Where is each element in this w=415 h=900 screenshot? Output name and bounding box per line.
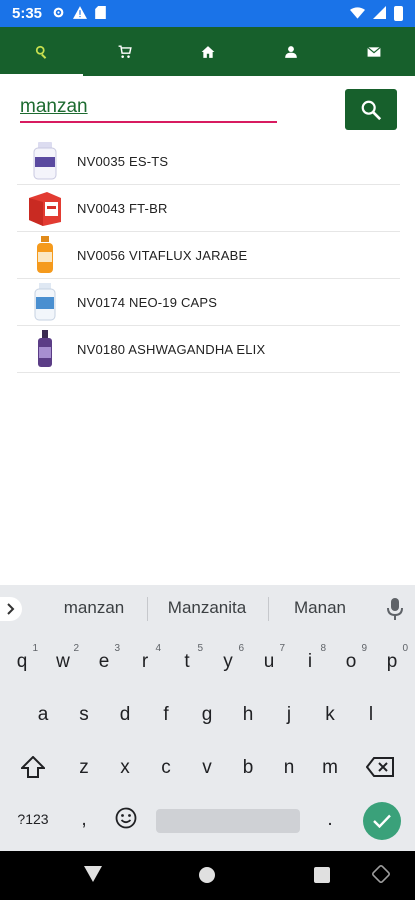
key-x[interactable]: x: [115, 757, 135, 779]
alert-icon: [73, 5, 88, 22]
key-n[interactable]: n: [279, 757, 299, 779]
product-list: NV0035 ES-TS NV0043 FT-BR NV0056 VITAFLU…: [17, 138, 400, 373]
search-icon: [361, 100, 382, 120]
expand-suggestions-button[interactable]: [0, 597, 22, 621]
key-z[interactable]: z: [74, 757, 94, 779]
wifi-icon: [350, 6, 365, 22]
product-name: NV0035 ES-TS: [77, 153, 169, 169]
product-name: NV0180 ASHWAGANDHA ELIX: [77, 341, 266, 357]
chevron-right-icon: [7, 603, 15, 615]
sd-card-icon: [95, 5, 106, 22]
key-g[interactable]: g: [197, 704, 217, 726]
product-thumbnail-blue-bottle: [23, 280, 67, 324]
list-item[interactable]: NV0043 FT-BR: [17, 185, 400, 232]
key-r[interactable]: r4: [135, 643, 161, 673]
search-input[interactable]: [20, 93, 277, 123]
mail-icon: [366, 46, 381, 57]
search-icon: [35, 45, 46, 59]
back-icon[interactable]: [84, 866, 102, 882]
recents-icon[interactable]: [314, 867, 330, 883]
tab-messages[interactable]: [332, 27, 415, 76]
key-d[interactable]: d: [115, 704, 135, 726]
emoji-key[interactable]: [113, 807, 139, 835]
soft-keyboard: manzan Manzanita Manan q1 w2 e3 r4 t5 y6…: [0, 585, 415, 851]
home-nav-icon[interactable]: [199, 867, 215, 883]
divider: [147, 597, 148, 621]
cart-icon: [118, 44, 132, 58]
tab-search[interactable]: [0, 27, 83, 76]
battery-icon: [394, 6, 403, 21]
mic-icon[interactable]: [386, 597, 404, 621]
key-f[interactable]: f: [156, 704, 176, 726]
key-i[interactable]: i8: [300, 643, 326, 673]
list-item[interactable]: NV0035 ES-TS: [17, 138, 400, 185]
key-p[interactable]: p0: [382, 643, 408, 673]
emoji-icon: [115, 807, 137, 829]
period-key[interactable]: .: [322, 809, 338, 831]
rotate-icon[interactable]: [372, 865, 390, 883]
suggestion-strip: manzan Manzanita Manan: [0, 585, 415, 632]
backspace-icon: [365, 757, 394, 777]
status-time: 5:35: [12, 5, 43, 22]
key-v[interactable]: v: [197, 757, 217, 779]
key-t[interactable]: t5: [177, 643, 203, 673]
search-area: [0, 76, 415, 138]
suggestion-1[interactable]: manzan: [52, 598, 136, 618]
key-a[interactable]: a: [33, 704, 53, 726]
search-button[interactable]: [345, 89, 397, 130]
shift-key[interactable]: [19, 755, 47, 784]
key-o[interactable]: o9: [341, 643, 367, 673]
key-q[interactable]: q1: [12, 643, 38, 673]
suggestion-3[interactable]: Manan: [280, 598, 360, 618]
key-h[interactable]: h: [238, 704, 258, 726]
key-j[interactable]: j: [279, 704, 299, 726]
shift-icon: [19, 755, 47, 778]
symbols-key[interactable]: ?123: [10, 811, 56, 827]
key-k[interactable]: k: [320, 704, 340, 726]
settings-icon: [52, 6, 65, 22]
key-b[interactable]: b: [238, 757, 258, 779]
key-s[interactable]: s: [74, 704, 94, 726]
status-bar: 5:35: [0, 0, 415, 27]
tab-cart[interactable]: [83, 27, 166, 76]
product-thumbnail-orange-bottle: [23, 233, 67, 277]
product-thumbnail-white-bottle: [23, 139, 67, 183]
list-item[interactable]: NV0180 ASHWAGANDHA ELIX: [17, 326, 400, 373]
tab-bar: [0, 27, 415, 76]
suggestion-2[interactable]: Manzanita: [156, 598, 258, 618]
checkmark-icon: [373, 814, 391, 828]
tab-home[interactable]: [166, 27, 249, 76]
divider: [268, 597, 269, 621]
key-m[interactable]: m: [320, 757, 340, 779]
signal-icon: [373, 5, 386, 22]
tab-profile[interactable]: [249, 27, 332, 76]
space-key[interactable]: [156, 809, 300, 833]
key-l[interactable]: l: [361, 704, 381, 726]
key-w[interactable]: w2: [53, 643, 79, 673]
enter-key[interactable]: [363, 802, 401, 840]
list-item[interactable]: NV0056 VITAFLUX JARABE: [17, 232, 400, 279]
product-name: NV0056 VITAFLUX JARABE: [77, 247, 248, 263]
product-name: NV0043 FT-BR: [77, 200, 168, 216]
product-thumbnail-purple-bottle: [23, 327, 67, 371]
system-nav-bar: [0, 851, 415, 900]
list-item[interactable]: NV0174 NEO-19 CAPS: [17, 279, 400, 326]
backspace-key[interactable]: [365, 757, 395, 783]
person-icon: [284, 45, 297, 58]
key-c[interactable]: c: [156, 757, 176, 779]
home-icon: [201, 45, 214, 58]
comma-key[interactable]: ,: [76, 809, 92, 831]
product-thumbnail-red-box: [23, 186, 67, 230]
key-e[interactable]: e3: [94, 643, 120, 673]
product-name: NV0174 NEO-19 CAPS: [77, 294, 218, 310]
key-y[interactable]: y6: [218, 643, 244, 673]
key-u[interactable]: u7: [259, 643, 285, 673]
